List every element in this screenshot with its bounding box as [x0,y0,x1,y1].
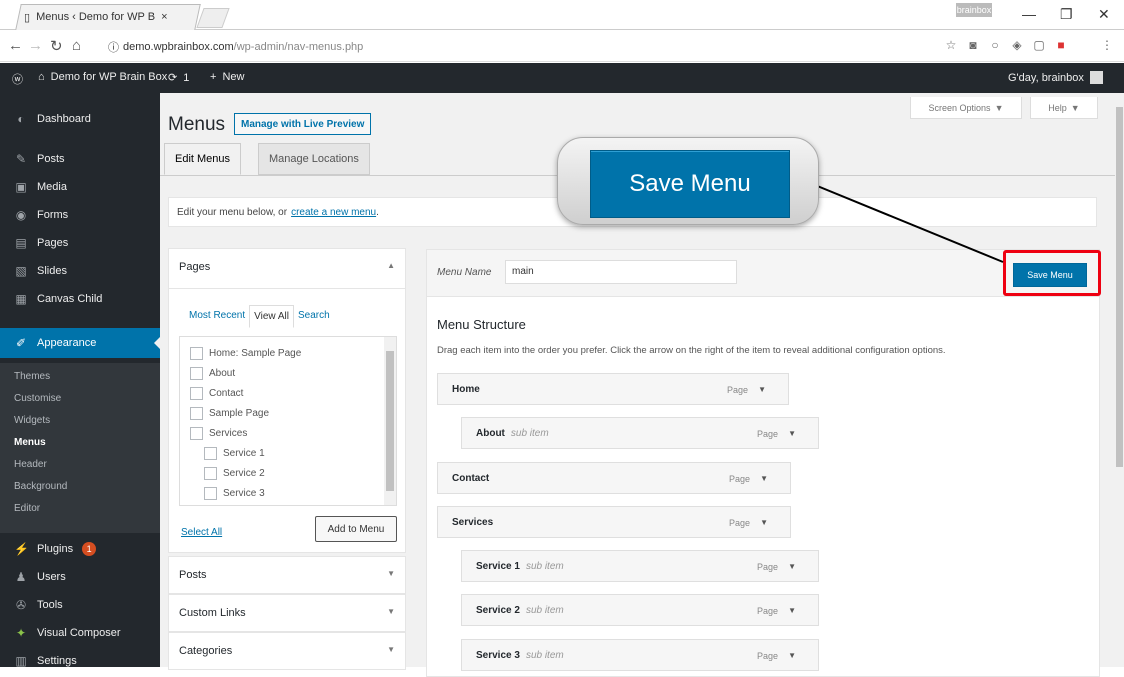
zoom-save-menu-button: Save Menu [590,150,790,218]
callout-line [809,182,1004,263]
callout-connector [809,182,1004,263]
